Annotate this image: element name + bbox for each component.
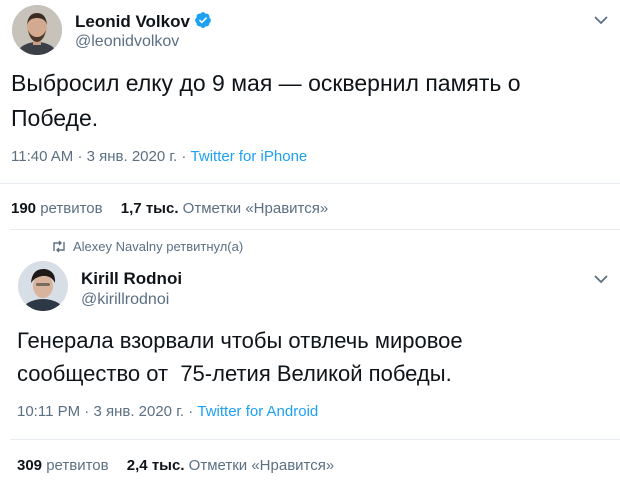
divider	[0, 183, 620, 184]
avatar[interactable]	[12, 5, 62, 55]
meta-separator: ·	[181, 148, 187, 165]
avatar[interactable]	[18, 261, 68, 311]
tweet-date[interactable]: 3 янв. 2020 г.	[93, 403, 184, 420]
retweet-context-text[interactable]: Alexey Navalny ретвитнул(а)	[73, 239, 243, 254]
likes-label[interactable]: Отметки «Нравится»	[189, 457, 335, 474]
author-name[interactable]: Kirill Rodnoi	[81, 269, 182, 289]
author-name-text[interactable]: Leonid Volkov	[75, 12, 190, 31]
retweets-count[interactable]: 309	[17, 457, 42, 474]
retweet-icon	[51, 240, 67, 256]
likes-count[interactable]: 2,4 тыс.	[127, 457, 185, 474]
tweet-leonid-volkov: Leonid Volkov @leonidvolkov Выбросил елк…	[0, 0, 620, 229]
author-name[interactable]: Leonid Volkov	[75, 11, 212, 34]
chevron-down-icon[interactable]	[592, 272, 610, 286]
retweets-label[interactable]: ретвитов	[40, 200, 102, 217]
avatar-photo	[12, 5, 62, 55]
likes-label[interactable]: Отметки «Нравится»	[183, 200, 329, 217]
likes-count[interactable]: 1,7 тыс.	[121, 200, 179, 217]
retweets-stat[interactable]: 190 ретвитов	[11, 200, 103, 217]
tweet-meta: 11:40 AM · 3 янв. 2020 г. · Twitter for …	[11, 148, 307, 165]
tweet-kirill-rodnoi: Alexey Navalny ретвитнул(а) Kirill Rodno…	[0, 229, 620, 486]
tweet-meta: 10:11 PM · 3 янв. 2020 г. · Twitter for …	[17, 403, 318, 420]
meta-separator: ·	[84, 403, 90, 420]
chevron-down-icon[interactable]	[592, 13, 610, 27]
meta-separator: ·	[77, 148, 83, 165]
retweets-stat[interactable]: 309 ретвитов	[17, 457, 109, 474]
engagement-stats: 190 ретвитов 1,7 тыс. Отметки «Нравится»	[11, 200, 328, 217]
verified-badge-icon	[194, 11, 212, 34]
author-handle[interactable]: @kirillrodnoi	[81, 291, 169, 309]
tweet-time[interactable]: 11:40 AM	[11, 148, 73, 165]
tweet-source-link[interactable]: Twitter for iPhone	[191, 148, 308, 165]
tweet-time[interactable]: 10:11 PM	[17, 403, 80, 420]
divider	[10, 439, 620, 440]
author-handle[interactable]: @leonidvolkov	[75, 33, 179, 51]
tweet-text: Генерала взорвали чтобы отвлечь мировое …	[17, 328, 469, 386]
tweet-text: Выбросил елку до 9 мая — осквернил памят…	[11, 70, 527, 131]
retweets-count[interactable]: 190	[11, 200, 36, 217]
avatar-photo	[18, 261, 68, 311]
tweet-date[interactable]: 3 янв. 2020 г.	[87, 148, 178, 165]
retweets-label[interactable]: ретвитов	[46, 457, 108, 474]
retweet-context: Alexey Navalny ретвитнул(а)	[51, 239, 243, 256]
likes-stat[interactable]: 2,4 тыс. Отметки «Нравится»	[127, 457, 334, 474]
meta-separator: ·	[188, 403, 194, 420]
tweet-source-link[interactable]: Twitter for Android	[197, 403, 318, 420]
engagement-stats: 309 ретвитов 2,4 тыс. Отметки «Нравится»	[17, 457, 334, 474]
likes-stat[interactable]: 1,7 тыс. Отметки «Нравится»	[121, 200, 328, 217]
